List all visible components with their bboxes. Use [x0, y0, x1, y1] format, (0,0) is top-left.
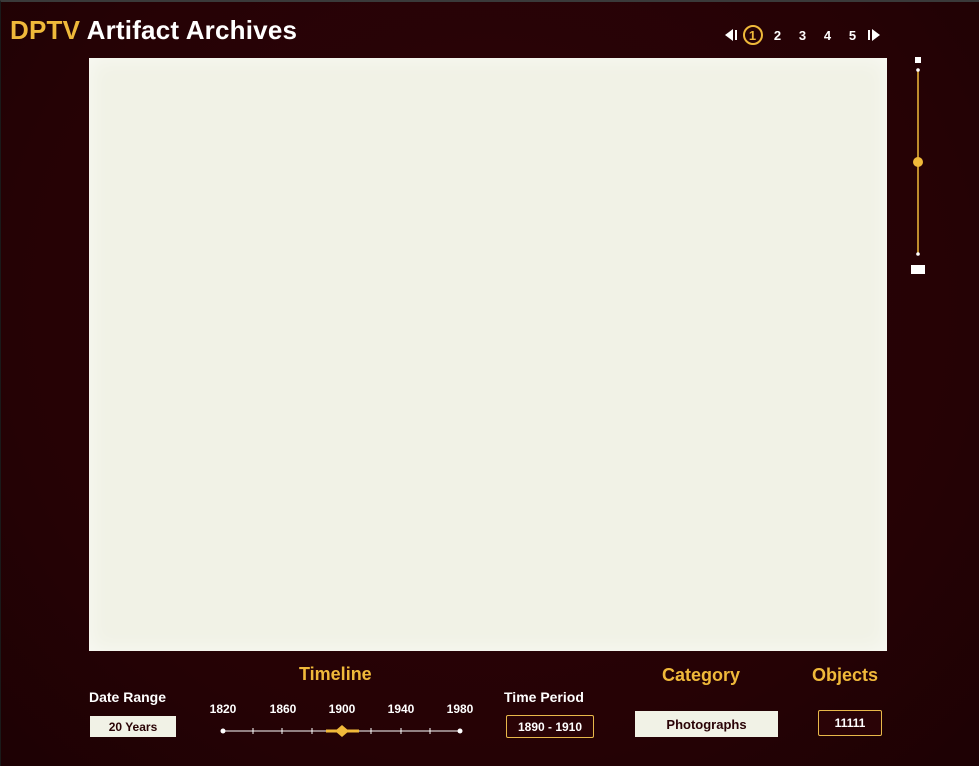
page-2-button[interactable]: 2: [768, 25, 788, 45]
prev-arrow-icon[interactable]: [722, 25, 740, 45]
timeline-start-dot: [220, 728, 226, 734]
page-1-button[interactable]: 1: [742, 25, 763, 45]
title-text: Artifact Archives: [86, 15, 298, 45]
timeline-tick-label: 1900: [328, 702, 356, 716]
timeline-tick-label: 1940: [387, 702, 415, 716]
page-5-button[interactable]: 5: [843, 25, 863, 45]
zoom-in-handle[interactable]: [915, 57, 921, 63]
date-range-button[interactable]: 20 Years: [90, 716, 176, 737]
zoom-knob[interactable]: [913, 157, 923, 167]
pagination: 1 2 3 4 5: [722, 24, 883, 46]
objects-title: Objects: [812, 665, 879, 685]
app-title: DPTV Artifact Archives: [10, 14, 297, 46]
objects-count: 11111: [818, 710, 882, 736]
zoom-out-handle[interactable]: [911, 265, 925, 274]
category-title: Category: [662, 665, 741, 685]
timeline-tick-label: 1820: [209, 702, 237, 716]
brand-name: DPTV: [10, 15, 81, 45]
time-period-label: Time Period: [504, 689, 584, 705]
time-period-value: 1890 - 1910: [506, 715, 594, 738]
timeline-title: Timeline: [299, 664, 372, 684]
date-range-label: Date Range: [89, 689, 167, 705]
timeline-handle[interactable]: [335, 725, 349, 737]
page-3-button[interactable]: 3: [793, 25, 813, 45]
artifact-viewer[interactable]: [89, 58, 887, 651]
timeline-slider[interactable]: [214, 720, 470, 742]
next-arrow-icon[interactable]: [865, 25, 883, 45]
timeline-tick-label: 1860: [269, 702, 297, 716]
timeline-tick-label: 1980: [446, 702, 474, 716]
page-4-button[interactable]: 4: [818, 25, 838, 45]
timeline-end-dot: [457, 728, 463, 734]
category-button[interactable]: Photographs: [635, 711, 778, 737]
zoom-slider[interactable]: [906, 56, 930, 276]
